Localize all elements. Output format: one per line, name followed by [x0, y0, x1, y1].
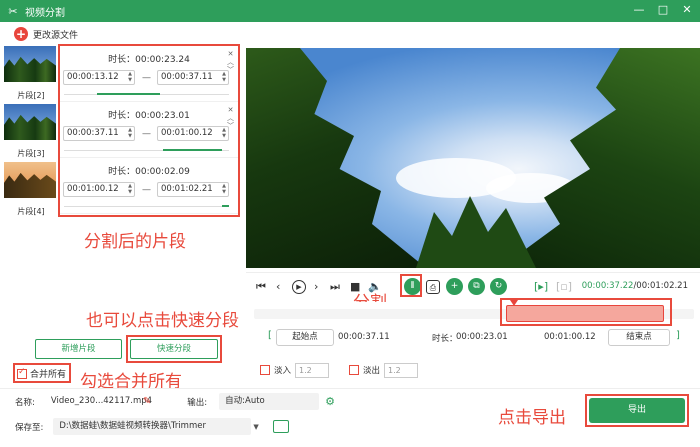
clip-label: 片段[2]: [17, 91, 45, 100]
name-row: 名称: Video_230...42117.mp4 ✎ 输出: 自动:Auto …: [15, 393, 335, 410]
output-format-field[interactable]: 自动:Auto: [219, 393, 320, 410]
folder-icon[interactable]: [272, 420, 289, 433]
end-point-button[interactable]: 结束点: [608, 329, 670, 346]
clip-thumbnail[interactable]: 片段[2]: [4, 46, 58, 102]
start-value[interactable]: 00:00:37.11: [338, 332, 390, 342]
end-bracket-icon: ]: [676, 330, 680, 341]
annotation-segments: 分割后的片段: [84, 232, 186, 252]
copy-icon[interactable]: ⧉: [468, 278, 485, 295]
edit-icon[interactable]: ✎: [143, 396, 151, 407]
change-source-button[interactable]: + 更改源文件: [14, 27, 78, 41]
change-source-label: 更改源文件: [33, 30, 79, 41]
scissors-icon: ✂: [8, 4, 18, 18]
reset-icon[interactable]: ↻: [490, 278, 507, 295]
settings-gear-icon[interactable]: ⚙: [325, 395, 335, 408]
range-row: [ 起始点 00:00:37.11 时长： 00:00:23.01 00:01:…: [262, 329, 692, 346]
export-highlight: [585, 394, 689, 427]
fade-row: 淡入 1.2 淡出 1.2: [260, 362, 419, 378]
clip-thumbnail[interactable]: 片段[4]: [4, 162, 58, 218]
chevron-down-icon[interactable]: ▼: [253, 423, 258, 431]
name-field[interactable]: Video_230...42117.mp4: [45, 393, 152, 410]
clip-preview-image: [4, 46, 56, 82]
new-segment-button[interactable]: 新增片段: [35, 339, 122, 359]
window-controls: — □ ✕: [632, 3, 694, 16]
output-label: 输出:: [187, 397, 208, 408]
close-icon[interactable]: ✕: [680, 3, 694, 16]
next-icon[interactable]: ›: [314, 280, 318, 294]
skip-start-icon[interactable]: ⏮: [256, 280, 266, 294]
duration-label: 时长：: [432, 334, 458, 344]
title-bar: ✂ 视频分割 — □ ✕: [0, 0, 700, 22]
window-title: 视频分割: [25, 7, 65, 19]
player-controls: ⏮ ‹ ▶ › ⏭ ■ 🔈 ⫴ ⎙ + ⧉ ↻ [▸] [▫] 00:00:37…: [246, 272, 700, 300]
clip-label: 片段[4]: [17, 207, 45, 216]
segments-highlight: [58, 44, 240, 217]
start-point-button[interactable]: 起始点: [276, 329, 334, 346]
start-bracket-icon: [: [268, 330, 272, 341]
fade-in-input[interactable]: 1.2: [295, 362, 330, 378]
play-icon[interactable]: ▶: [292, 280, 306, 294]
snapshot-icon[interactable]: ⎙: [426, 280, 440, 294]
skip-end-icon[interactable]: ⏭: [330, 280, 340, 294]
restore-icon[interactable]: □: [656, 3, 670, 16]
clip-thumbnail-list: 片段[2] 片段[3] 片段[4]: [4, 46, 58, 224]
quick-split-highlight: [126, 335, 222, 363]
time-readout: 00:00:37.22/00:01:02.21: [581, 281, 688, 291]
prev-icon[interactable]: ‹: [276, 280, 280, 294]
name-label: 名称:: [15, 397, 35, 408]
split-highlight: [400, 274, 422, 297]
mark-in-icon[interactable]: [▸]: [534, 280, 548, 294]
merge-highlight: [13, 363, 71, 383]
save-path-field[interactable]: D:\数据蛙\数据蛙视频转换器\Trimmer: [53, 418, 252, 435]
plus-icon: +: [14, 27, 28, 41]
fade-out-checkbox[interactable]: [349, 365, 360, 375]
minimize-icon[interactable]: —: [632, 3, 646, 16]
timeline-highlight: [500, 298, 672, 326]
clip-label: 片段[3]: [17, 149, 45, 158]
add-icon[interactable]: +: [446, 278, 463, 295]
duration-value: 00:00:23.01: [456, 332, 508, 342]
save-to-label: 保存至:: [15, 422, 44, 433]
fade-in-label: 淡入: [274, 366, 292, 376]
clip-preview-image: [4, 104, 56, 140]
video-preview: [246, 48, 700, 268]
clip-preview-image: [4, 162, 56, 198]
annotation-export: 点击导出: [498, 408, 566, 428]
mark-out-icon[interactable]: [▫]: [556, 280, 572, 294]
fade-out-input[interactable]: 1.2: [384, 362, 419, 378]
annotation-quick-split: 也可以点击快速分段: [86, 311, 239, 331]
fade-out-label: 淡出: [363, 366, 381, 376]
clip-thumbnail[interactable]: 片段[3]: [4, 104, 58, 160]
fade-in-checkbox[interactable]: [260, 365, 270, 375]
end-value[interactable]: 00:01:00.12: [544, 332, 596, 342]
save-row: 保存至: D:\数据蛙\数据蛙视频转换器\Trimmer ▼: [15, 418, 289, 435]
